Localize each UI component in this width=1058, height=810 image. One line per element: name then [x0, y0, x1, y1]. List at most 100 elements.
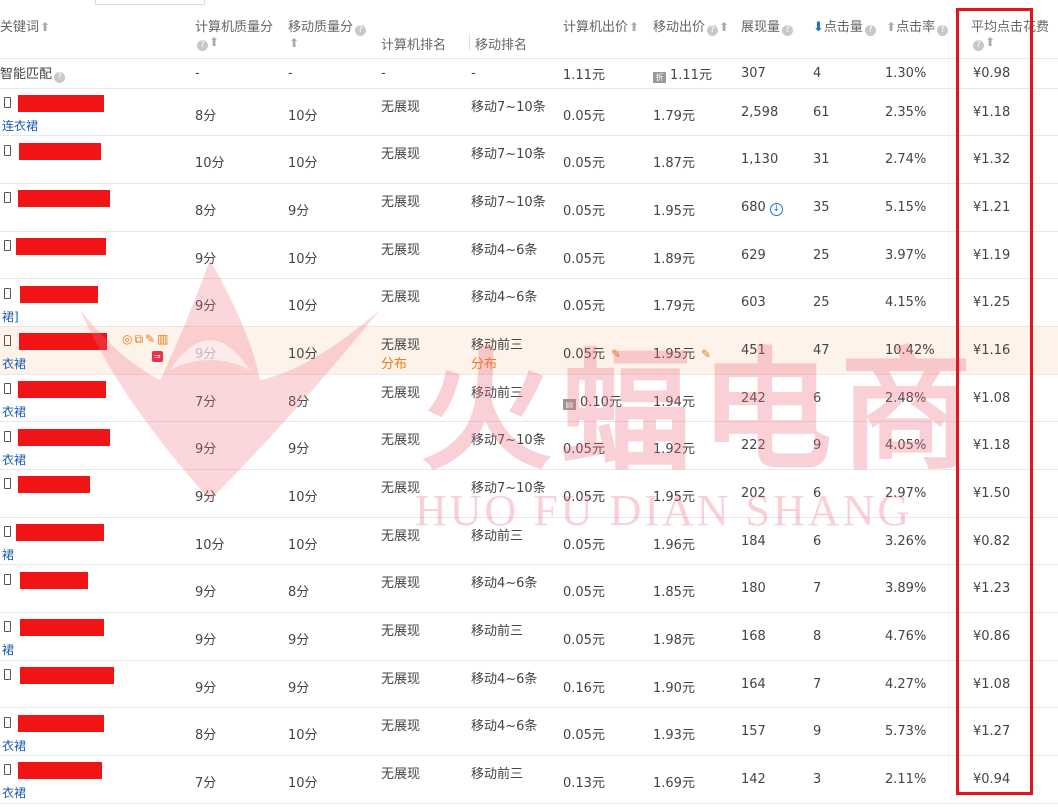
help-icon[interactable]: ? [937, 25, 949, 36]
row-tool-icons[interactable]: ◎⧉✎▥ [122, 332, 170, 347]
col-ctr[interactable]: ⬆点击率? [885, 10, 961, 59]
keyword-cell[interactable]: 衣裙 [0, 374, 195, 423]
pc-bid-cell[interactable]: 0.05元 [563, 231, 653, 280]
mobile-bid-cell[interactable]: 1.87元 [653, 135, 741, 184]
sort-arrow-icon[interactable]: ⬆ [629, 20, 639, 34]
mobile-bid-cell[interactable]: 1.95元 [653, 469, 741, 518]
table-row[interactable]: 裙 10分 10分 无展现 移动前三 0.05元 1.96元 184 6 3.26% ¥0.82 [0, 517, 1058, 566]
pc-bid-cell[interactable]: 0.05元 [563, 469, 653, 518]
keyword-suffix-link[interactable]: 衣裙 [2, 355, 26, 372]
table-row[interactable]: 衣裙 ◎⧉✎▥ ⇒ 9分 10分 无展现 分布 移动前三 分布 0.05元 ✎ 1.95元 ✎ 451 47… [0, 326, 1058, 375]
keyword-suffix-link[interactable]: 衣裙 [2, 403, 26, 420]
help-icon[interactable]: ? [864, 25, 876, 36]
table-row[interactable]: 连衣裙 8分 10分 无展现 移动7~10条 0.05元 1.79元 2,598 61 2.35%… [0, 88, 1058, 137]
mobile-bid-cell[interactable]: 1.69元 [653, 755, 741, 804]
mobile-bid-cell[interactable]: 1.90元 [653, 660, 741, 709]
download-icon[interactable]: ↓ [769, 202, 783, 216]
sort-arrow-icon[interactable]: ⬆ [985, 35, 995, 49]
table-row[interactable]: 裙 9分 9分 无展现 移动前三 0.05元 1.98元 168 8 4.76% ¥0.86 [0, 612, 1058, 661]
help-icon[interactable]: ? [782, 25, 794, 36]
distribution-link[interactable]: 分布 [471, 357, 497, 372]
keyword-cell[interactable]: 衣裙 [0, 421, 195, 470]
mobile-bid-cell[interactable]: 1.89元 [653, 231, 741, 280]
mobile-bid-cell[interactable]: 1.96元 [653, 517, 741, 566]
pc-bid-cell[interactable]: 0.05元 ✎ [563, 326, 653, 375]
keyword-cell[interactable] [0, 231, 195, 280]
help-icon[interactable]: ? [355, 25, 367, 36]
keyword-cell[interactable]: 衣裙 ◎⧉✎▥ ⇒ [0, 326, 195, 375]
pc-bid-cell[interactable]: 0.05元 [563, 278, 653, 327]
keyword-cell[interactable] [0, 564, 195, 614]
keyword-suffix-link[interactable]: 裙 [2, 641, 14, 658]
sort-arrow-icon[interactable]: ⬆ [289, 36, 299, 50]
table-row[interactable]: 衣裙 7分 8分 无展现 移动前三 ▤ 0.10元 1.94元 242 6 2.48% ¥1.08 [0, 374, 1058, 423]
sort-arrow-icon[interactable]: ⬆ [886, 20, 896, 34]
mobile-bid-cell[interactable]: 1.79元 [653, 88, 741, 137]
help-icon[interactable]: ? [707, 25, 719, 36]
distribution-link[interactable]: 分布 [381, 357, 407, 372]
mobile-bid-cell[interactable]: 1.98元 [653, 612, 741, 661]
sort-arrow-icon[interactable]: ⬆ [40, 20, 50, 34]
keyword-suffix-link[interactable]: 衣裙 [2, 451, 26, 468]
table-row[interactable]: 9分 10分 无展现 移动4~6条 0.05元 1.89元 629 25 3.97% ¥1.19 [0, 231, 1058, 280]
mobile-bid-cell[interactable]: 1.85元 [653, 564, 741, 614]
table-row[interactable]: 10分 10分 无展现 移动7~10条 0.05元 1.87元 1,130 31 2.74% ¥1… [0, 135, 1058, 184]
pc-bid-cell[interactable]: 0.05元 [563, 135, 653, 184]
table-row[interactable]: 裙] 9分 10分 无展现 移动4~6条 0.05元 1.79元 603 25 4.15% ¥1.2… [0, 278, 1058, 327]
keyword-cell[interactable]: 衣裙 [0, 707, 195, 757]
mobile-bid-cell[interactable]: 1.95元 [653, 183, 741, 232]
sort-arrow-icon[interactable]: ⬆ [209, 35, 219, 49]
mobile-bid-cell[interactable]: 1.93元 [653, 707, 741, 757]
pc-bid-cell[interactable]: 0.13元 [563, 755, 653, 804]
keyword-cell[interactable] [0, 135, 195, 184]
table-row[interactable]: 衣裙 9分 9分 无展现 移动7~10条 0.05元 1.92元 222 9 4.05% ¥1.18 [0, 421, 1058, 470]
col-mobile-bid[interactable]: 移动出价? ⬆ [653, 10, 741, 59]
table-row[interactable]: 9分 8分 无展现 移动4~6条 0.05元 1.85元 180 7 3.89% ¥1.23 [0, 564, 1058, 614]
sort-arrow-icon[interactable]: ⬆ [719, 20, 729, 34]
pc-bid-cell[interactable]: 0.05元 [563, 564, 653, 614]
help-icon[interactable]: ? [54, 72, 66, 83]
keyword-cell[interactable]: 衣裙 [0, 755, 195, 804]
mobile-bid-cell[interactable]: 1.94元 [653, 374, 741, 423]
col-pc-quality[interactable]: 计算机质量分? ⬆ [195, 10, 288, 59]
keyword-cell[interactable]: 裙] [0, 278, 195, 327]
table-row[interactable]: 衣裙 8分 10分 无展现 移动4~6条 0.05元 1.93元 157 9 5.73% ¥1.27 [0, 707, 1058, 757]
pc-bid-cell[interactable]: 0.05元 [563, 183, 653, 232]
table-row[interactable]: 9分 9分 无展现 移动4~6条 0.16元 1.90元 164 7 4.27% ¥1.08 [0, 660, 1058, 709]
pc-bid-cell[interactable]: 0.05元 [563, 612, 653, 661]
pc-bid-cell[interactable]: 0.16元 [563, 660, 653, 709]
pc-bid-cell[interactable]: 0.05元 [563, 517, 653, 566]
table-row[interactable]: 8分 9分 无展现 移动7~10条 0.05元 1.95元 680 ↓ 35 5.15% ¥1.21 [0, 183, 1058, 232]
pc-bid-cell[interactable]: 0.05元 [563, 88, 653, 137]
pc-bid-cell[interactable]: 1.11元 [563, 58, 653, 89]
smart-match-row[interactable]: 智能匹配? - - - - 1.11元 折 1.11元 307 4 1.30% ¥… [0, 58, 1058, 89]
col-avg-cpc[interactable]: 平均点击花费? ⬆ [961, 10, 1058, 59]
table-row[interactable]: 9分 10分 无展现 移动7~10条 0.05元 1.95元 202 6 2.97% ¥1.50 [0, 469, 1058, 518]
help-icon[interactable]: ? [197, 40, 208, 51]
pc-bid-cell[interactable]: 0.05元 [563, 421, 653, 470]
keyword-cell[interactable]: 裙 [0, 517, 195, 566]
col-mobile-quality[interactable]: 移动质量分? ⬆ [288, 10, 381, 59]
pc-bid-cell[interactable]: ▤ 0.10元 [563, 374, 653, 423]
mobile-bid-cell[interactable]: 折 1.11元 [653, 58, 741, 89]
keyword-suffix-link[interactable]: 衣裙 [2, 737, 26, 754]
keyword-cell[interactable] [0, 183, 195, 232]
col-clicks[interactable]: ⬇点击量? [813, 10, 885, 59]
edit-pencil-icon[interactable]: ✎ [701, 347, 711, 361]
edit-pencil-icon[interactable]: ✎ [611, 347, 621, 361]
table-row[interactable]: 衣裙 7分 10分 无展现 移动前三 0.13元 1.69元 142 3 2.11% ¥0.94 [0, 755, 1058, 804]
col-pc-bid[interactable]: 计算机出价⬆ [563, 10, 653, 59]
col-impressions[interactable]: 展现量? [741, 10, 813, 59]
keyword-suffix-link[interactable]: 衣裙 [2, 784, 26, 801]
keyword-cell[interactable] [0, 660, 195, 709]
keyword-cell[interactable]: 连衣裙 [0, 88, 195, 137]
mobile-bid-cell[interactable]: 1.92元 [653, 421, 741, 470]
pc-bid-cell[interactable]: 0.05元 [563, 707, 653, 757]
help-icon[interactable]: ? [973, 40, 984, 51]
sort-desc-icon[interactable]: ⬇ [813, 20, 824, 35]
keyword-suffix-link[interactable]: 连衣裙 [2, 117, 38, 134]
keyword-cell[interactable]: 裙 [0, 612, 195, 661]
keyword-suffix-link[interactable]: 裙] [2, 308, 19, 325]
col-keyword[interactable]: 关键词⬆ [0, 10, 195, 59]
mobile-bid-cell[interactable]: 1.95元 ✎ [653, 326, 741, 375]
